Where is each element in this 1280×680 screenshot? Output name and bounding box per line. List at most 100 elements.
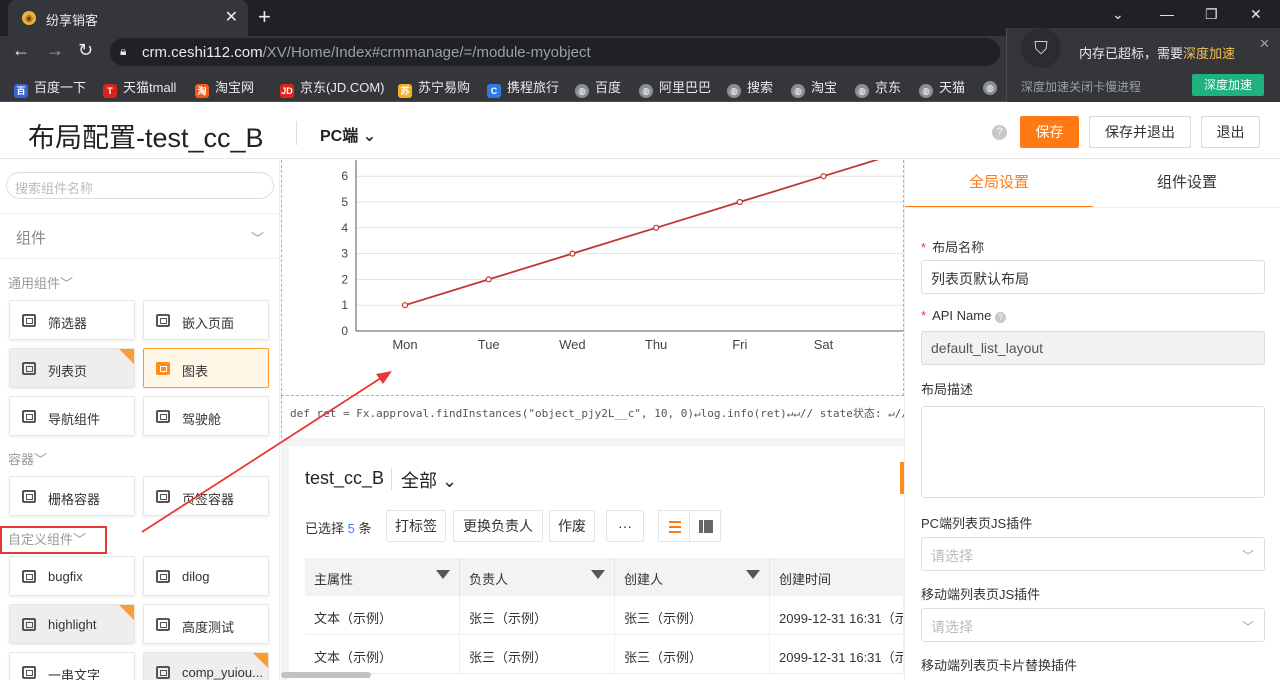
popup-highlight-link[interactable]: 深度加速	[1183, 46, 1235, 61]
y-tick-label: 0	[341, 324, 348, 338]
component-card[interactable]: 高度测试	[143, 604, 269, 644]
layout-desc-label: 布局描述	[921, 382, 974, 397]
component-card[interactable]: 一串文字	[9, 652, 135, 680]
bookmark-taobao-2[interactable]: ◍ 淘宝	[791, 77, 837, 98]
more-actions-button[interactable]: ···	[606, 510, 644, 542]
browser-tab[interactable]: ◉ 纷享销客 ✕	[8, 0, 248, 36]
app-header: 布局配置-test_cc_B PC端 ⌄ ? 保存 保存并退出 退出	[0, 103, 1280, 159]
component-type-select[interactable]: 组件 ﹀	[0, 213, 280, 259]
component-card[interactable]: 驾驶舱	[143, 396, 269, 436]
column-header[interactable]: 主属性	[305, 558, 460, 596]
bookmark-baidu-yixia[interactable]: 百百度一下	[14, 77, 86, 98]
component-card[interactable]: 筛选器	[9, 300, 135, 340]
bookmark-tmall-2[interactable]: ◍ 天猫	[919, 77, 965, 98]
card-view-icon[interactable]	[689, 510, 721, 542]
close-window-icon[interactable]: ✕	[1250, 6, 1262, 23]
column-header[interactable]: 负责人	[460, 558, 615, 596]
component-card[interactable]: bugfix	[9, 556, 135, 596]
help-icon[interactable]: ?	[994, 312, 1006, 323]
suning-icon: 苏	[398, 84, 412, 98]
bookmark-search[interactable]: ◍ 搜索	[727, 77, 773, 98]
exit-button[interactable]: 退出	[1201, 116, 1260, 148]
new-tab-button[interactable]: +	[258, 4, 271, 30]
bookmark-jd[interactable]: JD 京东(JD.COM)	[280, 77, 385, 98]
pc-plugin-label: PC端列表页JS插件	[921, 516, 1033, 531]
chevron-down-icon[interactable]: ⌄	[1112, 6, 1124, 23]
globe-icon: ◍	[575, 84, 589, 98]
mobile-plugin-select[interactable]: 请选择 ﹀	[921, 608, 1265, 642]
platform-select[interactable]: PC端 ⌄	[320, 122, 376, 146]
component-card[interactable]: 页签容器	[143, 476, 269, 516]
filter-icon[interactable]	[746, 570, 760, 579]
bookmark-more[interactable]: ◍	[983, 77, 1003, 95]
bookmark-tmall[interactable]: T 天猫tmall	[103, 77, 176, 98]
chart-component[interactable]: 0123456MonTueWedThuFriSatS	[281, 160, 904, 396]
layout-desc-textarea[interactable]	[921, 406, 1265, 498]
tab-title: 纷享销客	[46, 13, 99, 28]
bookmark-suning[interactable]: 苏苏宁易购	[398, 77, 470, 98]
list-view-icon[interactable]	[658, 510, 690, 542]
save-exit-button[interactable]: 保存并退出	[1089, 116, 1191, 148]
change-owner-button[interactable]: 更换负责人	[453, 510, 543, 542]
column-header[interactable]: 创建时间	[770, 558, 904, 596]
list-component[interactable]: test_cc_B 全部 ⌄ 已选择 5 条 打标签 更换负责人 作废 ··· …	[289, 446, 904, 680]
horizontal-scrollbar[interactable]	[281, 672, 371, 678]
void-button[interactable]: 作废	[549, 510, 595, 542]
bookmark-baidu[interactable]: ◍ 百度	[575, 77, 621, 98]
shield-icon: ⛉	[1021, 28, 1061, 68]
bookmark-ctrip[interactable]: C 携程旅行	[487, 77, 559, 98]
component-icon	[22, 618, 36, 631]
forward-icon[interactable]: →	[46, 40, 64, 61]
popup-accelerate-button[interactable]: 深度加速	[1192, 74, 1264, 96]
component-card[interactable]: dilog	[143, 556, 269, 596]
bookmark-jd-2[interactable]: ◍ 京东	[855, 77, 901, 98]
tab-component-settings[interactable]: 组件设置	[1093, 160, 1280, 208]
save-button[interactable]: 保存	[1020, 116, 1079, 148]
layout-name-input[interactable]: 列表页默认布局	[921, 260, 1265, 294]
x-tick-label: Thu	[645, 337, 667, 352]
x-tick-label: Tue	[478, 337, 500, 352]
filter-icon[interactable]	[591, 570, 605, 579]
url-field[interactable]: 🔒︎ crm.ceshi112.com/XV/Home/Index#crmman…	[110, 38, 1000, 66]
component-card[interactable]: comp_yuiou...	[143, 652, 269, 680]
component-card[interactable]: 导航组件	[9, 396, 135, 436]
minimize-icon[interactable]: —	[1160, 6, 1174, 22]
section-general[interactable]: 通用组件﹀	[8, 273, 73, 292]
popup-close-icon[interactable]: ✕	[1259, 36, 1270, 52]
tab-global-settings[interactable]: 全局设置	[905, 160, 1093, 208]
help-icon[interactable]: ?	[992, 125, 1007, 140]
chevron-down-icon: ⌄	[442, 471, 458, 491]
section-container[interactable]: 容器﹀	[8, 449, 47, 468]
data-point	[401, 302, 409, 309]
x-tick-label: Mon	[392, 337, 417, 352]
layout-canvas: 0123456MonTueWedThuFriSatS def ret = Fx.…	[281, 160, 904, 680]
column-header[interactable]: 创建人	[615, 558, 770, 596]
component-card[interactable]: 嵌入页面	[143, 300, 269, 340]
layout-name-label: * 布局名称	[921, 240, 985, 255]
reload-icon[interactable]: ↻	[78, 40, 93, 61]
page-title: 布局配置-test_cc_B	[28, 123, 264, 153]
component-card[interactable]: 列表页	[9, 348, 135, 388]
data-point	[653, 224, 660, 231]
close-tab-icon[interactable]: ✕	[225, 7, 238, 27]
x-tick-label: Sat	[814, 337, 834, 352]
component-search-input[interactable]: 搜索组件名称	[6, 172, 274, 199]
scene-filter-select[interactable]: 全部 ⌄	[401, 467, 457, 493]
chevron-down-icon: ⌄	[362, 128, 377, 145]
pc-plugin-select[interactable]: 请选择 ﹀	[921, 537, 1265, 571]
table-cell: 张三（示例）	[460, 635, 615, 674]
tag-button[interactable]: 打标签	[386, 510, 446, 542]
filter-icon[interactable]	[436, 570, 450, 579]
title-divider	[391, 468, 392, 490]
url-path: /XV/Home/Index#crmmanage/=/module-myobje…	[262, 44, 591, 61]
component-icon	[22, 362, 36, 375]
back-icon[interactable]: ←	[12, 40, 30, 61]
bookmark-alibaba[interactable]: ◍ 阿里巴巴	[639, 77, 711, 98]
restore-icon[interactable]: ❐	[1205, 6, 1218, 23]
component-card[interactable]: 栅格容器	[9, 476, 135, 516]
bookmark-taobao[interactable]: 淘淘宝网	[195, 77, 254, 98]
component-card-selected[interactable]: 图表	[143, 348, 269, 388]
component-card[interactable]: highlight	[9, 604, 135, 644]
globe-icon: ◍	[919, 84, 933, 98]
table-cell: 文本（示例）	[305, 596, 460, 635]
